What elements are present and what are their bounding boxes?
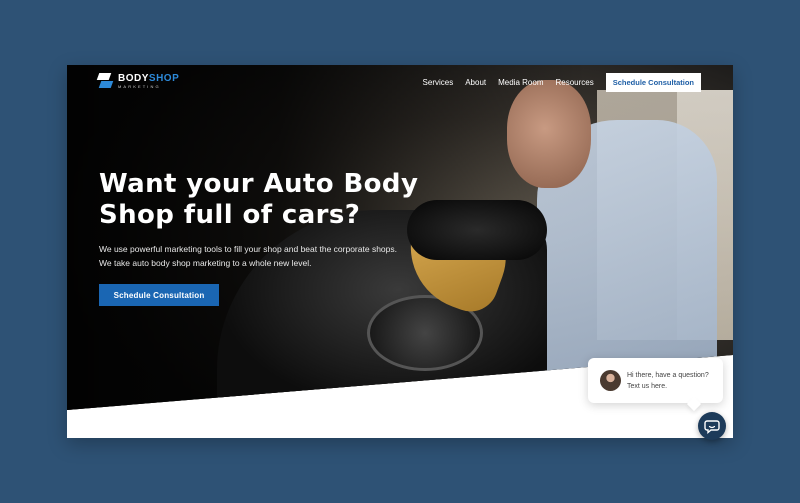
nav-item-resources[interactable]: Resources: [555, 78, 593, 87]
brand-tagline: MARKETING: [118, 83, 161, 89]
chat-message: Hi there, have a question? Text us here.: [627, 372, 709, 390]
chat-avatar: [600, 370, 621, 391]
chat-bubble[interactable]: Hi there, have a question? Text us here.: [588, 358, 723, 403]
hero-person-head: [507, 80, 591, 188]
nav-schedule-button[interactable]: Schedule Consultation: [605, 73, 701, 92]
nav-item-about[interactable]: About: [465, 78, 486, 87]
brand-name: BODYSHOP: [118, 72, 180, 84]
hero-schedule-button[interactable]: Schedule Consultation: [99, 284, 219, 306]
logo-icon: [98, 73, 114, 89]
chat-icon: [704, 420, 720, 434]
nav-item-media-room[interactable]: Media Room: [498, 78, 543, 87]
chat-launcher-button[interactable]: [698, 412, 726, 440]
brand-logo[interactable]: BODYSHOP MARKETING: [98, 73, 179, 89]
nav-item-services[interactable]: Services: [423, 78, 454, 87]
hero-subtitle: We use powerful marketing tools to fill …: [99, 244, 397, 268]
main-nav: Services About Media Room Resources Sche…: [423, 73, 701, 92]
hero-title: Want your Auto Body Shop full of cars?: [99, 169, 419, 230]
